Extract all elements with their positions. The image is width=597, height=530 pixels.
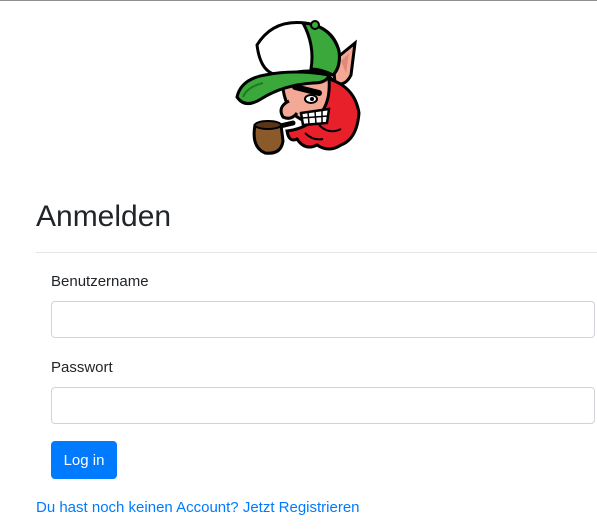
password-label: Passwort: [51, 359, 113, 376]
password-input[interactable]: [51, 387, 595, 424]
top-border: [0, 0, 597, 1]
register-link[interactable]: Jetzt Registrieren: [243, 499, 360, 516]
username-input[interactable]: [51, 301, 595, 338]
page-title: Anmelden: [36, 200, 172, 233]
username-label: Benutzername: [51, 273, 149, 290]
register-prompt: Du hast noch keinen Account? Jetzt Regis…: [36, 498, 360, 518]
login-button[interactable]: Log in: [51, 441, 117, 479]
leprechaun-logo-icon: [235, 20, 361, 155]
title-divider: [36, 252, 597, 253]
register-prefix-link[interactable]: Du hast noch keinen Account?: [36, 499, 239, 516]
